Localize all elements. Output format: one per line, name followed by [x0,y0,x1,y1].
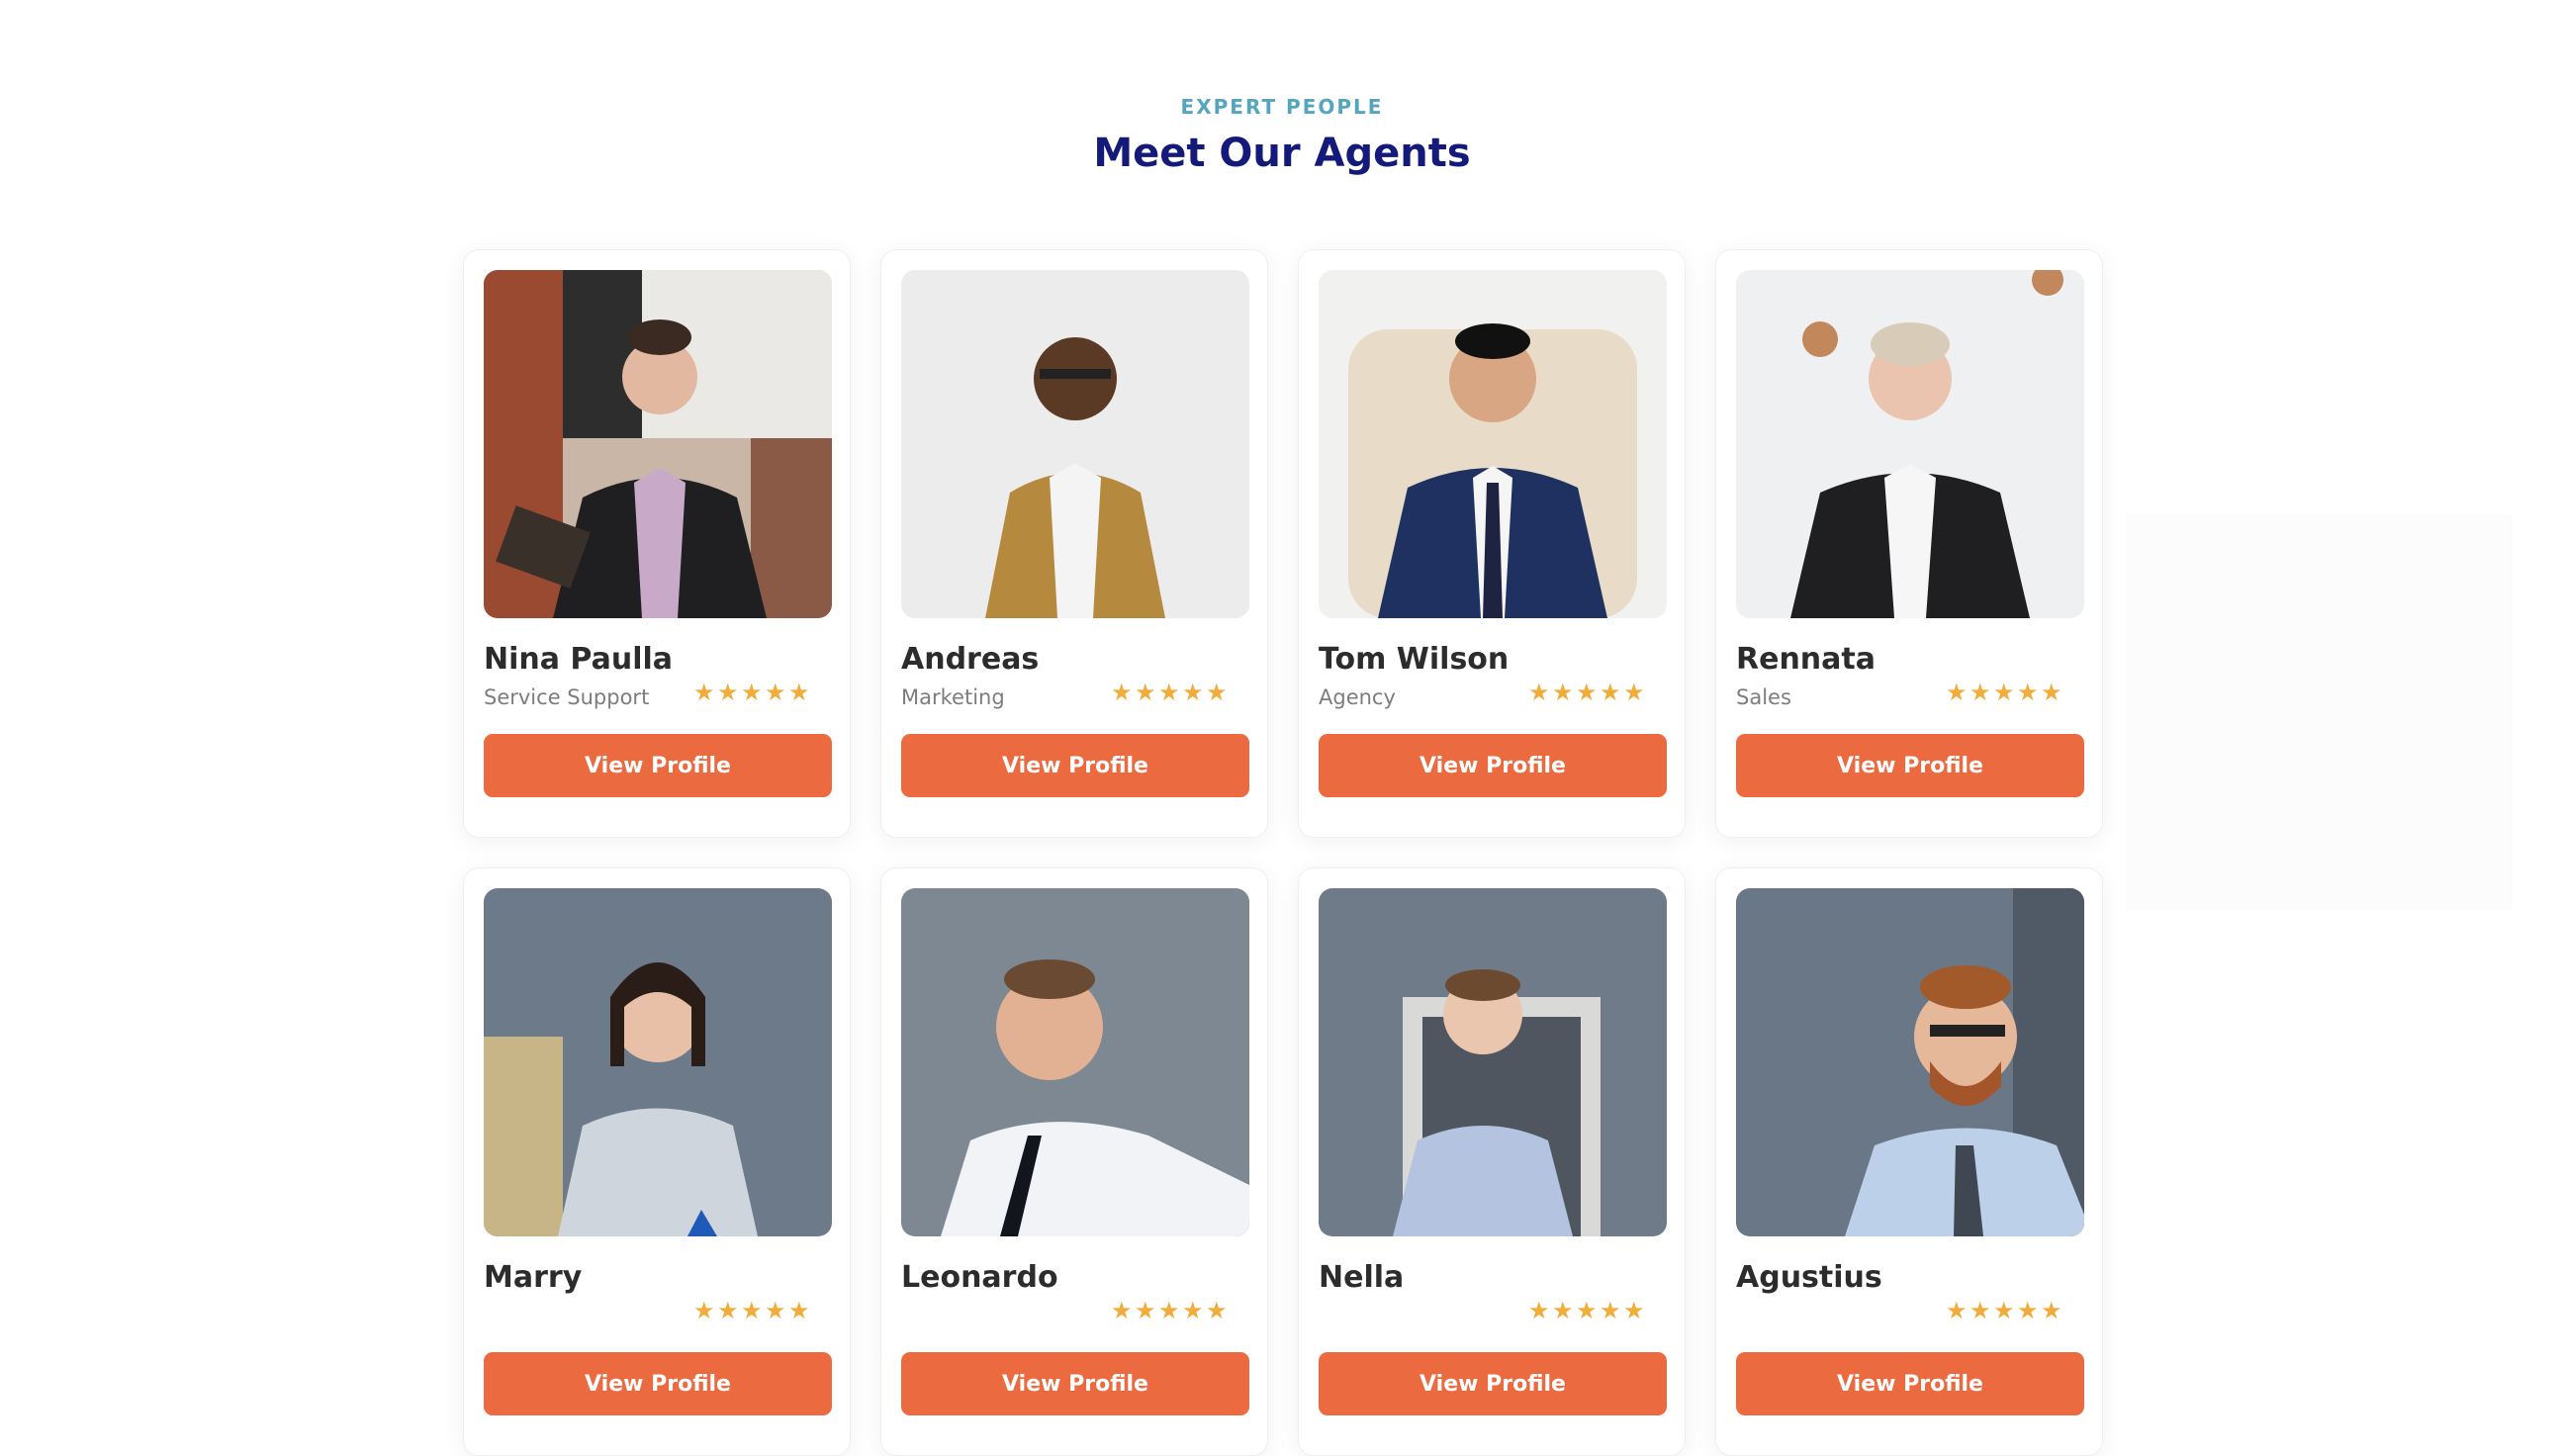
agent-card: Marry ★ ★ ★ ★ ★ View Profile [463,867,851,1456]
agent-card: Agustius ★ ★ ★ ★ ★ View Profile [1715,867,2103,1456]
star-icon: ★ [693,679,715,706]
agent-card: Nina Paulla Service Support ★ ★ ★ ★ ★ Vi… [463,249,851,838]
star-icon: ★ [2041,679,2062,706]
star-icon: ★ [1946,1297,1968,1324]
agent-photo [1319,270,1667,618]
agent-name: Marry [484,1260,583,1295]
star-icon: ★ [1600,679,1621,706]
star-icon: ★ [1111,1297,1133,1324]
star-icon: ★ [2017,1297,2039,1324]
star-icon: ★ [1528,1297,1550,1324]
agent-rating: ★ ★ ★ ★ ★ [693,679,810,706]
agent-rating: ★ ★ ★ ★ ★ [693,1297,810,1324]
star-icon: ★ [1135,679,1156,706]
agent-rating: ★ ★ ★ ★ ★ [1946,1297,2062,1324]
star-icon: ★ [1993,679,2015,706]
agent-role: Agency [1319,685,1396,709]
agent-rating: ★ ★ ★ ★ ★ [1528,1297,1645,1324]
star-icon: ★ [1182,1297,1204,1324]
star-icon: ★ [741,1297,763,1324]
star-icon: ★ [1623,1297,1645,1324]
agent-card: Tom Wilson Agency ★ ★ ★ ★ ★ View Profile [1298,249,1686,838]
person-portrait-icon [901,888,1249,1236]
agent-rating: ★ ★ ★ ★ ★ [1111,1297,1228,1324]
agent-photo [484,270,832,618]
star-icon: ★ [1576,1297,1598,1324]
person-portrait-icon [1736,270,2084,618]
agent-photo [484,888,832,1236]
agents-grid: Nina Paulla Service Support ★ ★ ★ ★ ★ Vi… [463,249,2103,1456]
agent-card: Leonardo ★ ★ ★ ★ ★ View Profile [880,867,1268,1456]
star-icon: ★ [1969,1297,1991,1324]
agent-card: Rennata Sales ★ ★ ★ ★ ★ View Profile [1715,249,2103,838]
star-icon: ★ [765,679,786,706]
star-icon: ★ [1528,679,1550,706]
person-portrait-icon [901,270,1249,618]
agent-name: Tom Wilson [1319,642,1510,677]
agent-name: Rennata [1736,642,1876,677]
person-portrait-icon [1319,270,1667,618]
star-icon: ★ [1623,679,1645,706]
view-profile-button[interactable]: View Profile [1319,1352,1667,1415]
view-profile-button[interactable]: View Profile [1736,734,2084,797]
view-profile-button[interactable]: View Profile [484,734,832,797]
person-portrait-icon [484,270,832,618]
star-icon: ★ [1206,679,1228,706]
star-icon: ★ [1135,1297,1156,1324]
agent-rating: ★ ★ ★ ★ ★ [1946,679,2062,706]
agent-name: Nella [1319,1260,1405,1295]
person-portrait-icon [1319,888,1667,1236]
agent-name: Agustius [1736,1260,1882,1295]
agent-name: Leonardo [901,1260,1058,1295]
agent-photo [1736,270,2084,618]
star-icon: ★ [1946,679,1968,706]
agent-photo [1319,888,1667,1236]
star-icon: ★ [765,1297,786,1324]
agent-card: Andreas Marketing ★ ★ ★ ★ ★ View Profile [880,249,1268,838]
agent-name: Nina Paulla [484,642,674,677]
person-portrait-icon [1736,888,2084,1236]
view-profile-button[interactable]: View Profile [901,1352,1249,1415]
star-icon: ★ [1993,1297,2015,1324]
agent-role: Marketing [901,685,1005,709]
view-profile-button[interactable]: View Profile [1319,734,1667,797]
view-profile-button[interactable]: View Profile [901,734,1249,797]
star-icon: ★ [1969,679,1991,706]
star-icon: ★ [693,1297,715,1324]
star-icon: ★ [1576,679,1598,706]
view-profile-button[interactable]: View Profile [484,1352,832,1415]
section-eyebrow: EXPERT PEOPLE [1180,95,1384,119]
star-icon: ★ [1158,679,1180,706]
view-profile-button[interactable]: View Profile [1736,1352,2084,1415]
star-icon: ★ [1111,679,1133,706]
star-icon: ★ [1552,679,1574,706]
star-icon: ★ [788,679,810,706]
star-icon: ★ [717,1297,739,1324]
agent-rating: ★ ★ ★ ★ ★ [1111,679,1228,706]
star-icon: ★ [717,679,739,706]
star-icon: ★ [788,1297,810,1324]
star-icon: ★ [741,679,763,706]
agent-photo [901,270,1249,618]
agent-name: Andreas [901,642,1040,677]
agent-card: Nella ★ ★ ★ ★ ★ View Profile [1298,867,1686,1456]
agent-photo [901,888,1249,1236]
star-icon: ★ [1600,1297,1621,1324]
star-icon: ★ [1158,1297,1180,1324]
person-portrait-icon [484,888,832,1236]
agent-role: Service Support [484,685,650,709]
star-icon: ★ [1182,679,1204,706]
star-icon: ★ [2017,679,2039,706]
decorative-background-block [2127,514,2513,910]
agent-rating: ★ ★ ★ ★ ★ [1528,679,1645,706]
star-icon: ★ [1206,1297,1228,1324]
star-icon: ★ [2041,1297,2062,1324]
agent-role: Sales [1736,685,1791,709]
section-title: Meet Our Agents [1093,131,1471,176]
agent-photo [1736,888,2084,1236]
star-icon: ★ [1552,1297,1574,1324]
